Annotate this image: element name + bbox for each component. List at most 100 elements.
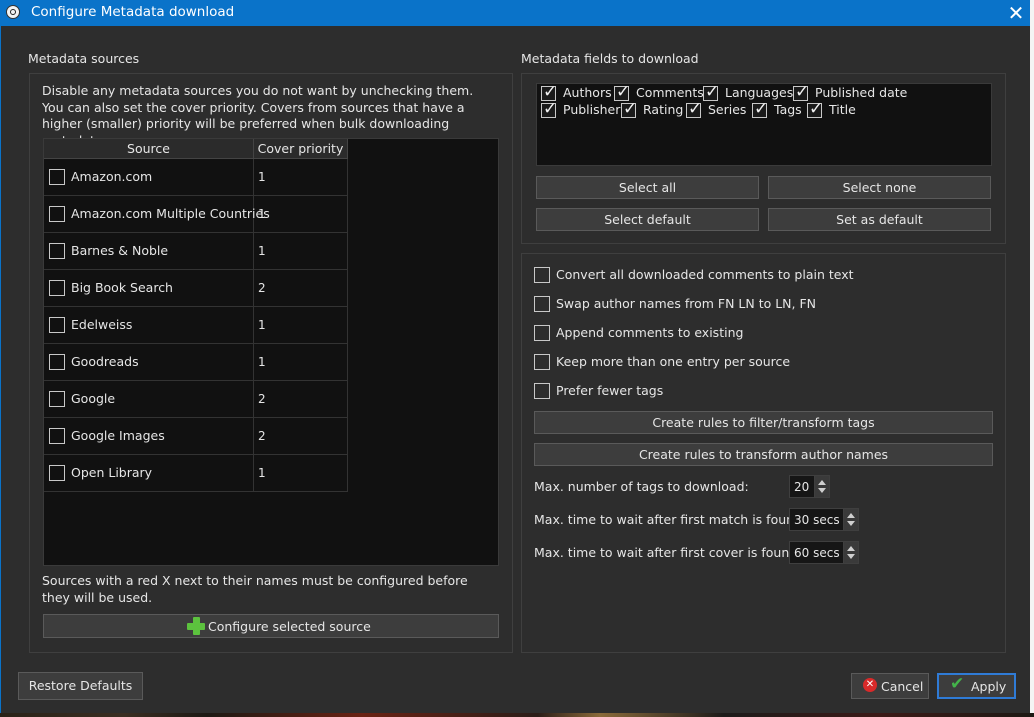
option-checkbox[interactable] [534, 354, 550, 370]
table-row[interactable]: Goodreads 1 [44, 344, 348, 381]
option-label: Swap author names from FN LN to LN, FN [556, 296, 817, 311]
select-default-button[interactable]: Select default [536, 208, 759, 231]
source-checkbox[interactable] [49, 428, 65, 444]
set-as-default-button[interactable]: Set as default [768, 208, 991, 231]
source-checkbox[interactable] [49, 354, 65, 370]
table-row[interactable]: Big Book Search 2 [44, 270, 348, 307]
field-label: Comments [636, 85, 704, 100]
field-checkbox[interactable] [793, 82, 809, 102]
field-checkbox[interactable] [703, 82, 719, 102]
fields-list[interactable]: Authors Comments Languages Published date Pu… [536, 82, 992, 166]
table-row[interactable]: Google Images 2 [44, 418, 348, 455]
max-tags-value: 20 [794, 480, 810, 494]
wait-cover-label: Max. time to wait after first cover is f… [534, 545, 802, 560]
wait-cover-spinbox[interactable]: 60 secs [789, 541, 859, 564]
field-checkbox[interactable] [541, 99, 557, 119]
option-checkbox[interactable] [534, 296, 550, 312]
source-checkbox[interactable] [49, 280, 65, 296]
priority-cell[interactable]: 1 [254, 344, 348, 381]
source-name: Amazon.com [71, 169, 153, 184]
select-none-button[interactable]: Select none [768, 176, 991, 199]
priority-cell[interactable]: 1 [254, 159, 348, 196]
option-label: Convert all downloaded comments to plain… [556, 267, 854, 282]
priority-cell[interactable]: 1 [254, 455, 348, 492]
option-checkbox[interactable] [534, 325, 550, 341]
table-row[interactable]: Open Library 1 [44, 455, 348, 492]
source-checkbox[interactable] [49, 169, 65, 185]
sources-table[interactable]: Source Cover priority Amazon.com 1 Amazon.… [43, 138, 499, 566]
source-name: Google [71, 391, 116, 406]
source-cell[interactable]: Edelweiss [44, 307, 254, 344]
restore-defaults-button[interactable]: Restore Defaults [18, 672, 143, 700]
column-header-source[interactable]: Source [44, 139, 254, 159]
max-tags-spinbox[interactable]: 20 [789, 475, 830, 498]
window-title: Configure Metadata download [31, 4, 235, 20]
wait-match-label: Max. time to wait after first match is f… [534, 512, 807, 527]
spin-arrows-icon[interactable] [814, 476, 829, 497]
spin-arrows-icon[interactable] [843, 509, 858, 530]
window-frame-left [0, 26, 1, 714]
priority-cell[interactable]: 2 [254, 418, 348, 455]
window-frame-bottom [0, 713, 1034, 717]
spin-arrows-icon[interactable] [843, 542, 858, 563]
plus-icon [187, 617, 205, 635]
source-checkbox[interactable] [49, 391, 65, 407]
wait-match-spinbox[interactable]: 30 secs [789, 508, 859, 531]
source-cell[interactable]: Amazon.com Multiple Countries [44, 196, 270, 233]
apply-label: Apply [971, 679, 1007, 694]
table-row[interactable]: Amazon.com 1 [44, 159, 348, 196]
configure-source-label: Configure selected source [208, 619, 371, 634]
configure-source-button[interactable]: Configure selected source [43, 614, 499, 638]
source-name: Barnes & Noble [71, 243, 169, 258]
option-checkbox[interactable] [534, 383, 550, 399]
source-cell[interactable]: Goodreads [44, 344, 254, 381]
close-icon[interactable]: ✕ [1004, 1, 1028, 25]
field-checkbox[interactable] [807, 99, 823, 119]
source-checkbox[interactable] [49, 206, 65, 222]
source-cell[interactable]: Big Book Search [44, 270, 254, 307]
priority-cell[interactable]: 1 [254, 233, 348, 270]
table-row[interactable]: Barnes & Noble 1 [44, 233, 348, 270]
source-name: Google Images [71, 428, 165, 443]
field-label: Authors [563, 85, 612, 100]
cover-priority-value: 2 [258, 392, 266, 406]
priority-cell[interactable]: 2 [254, 381, 348, 418]
fields-group-title: Metadata fields to download [521, 51, 699, 66]
source-cell[interactable]: Barnes & Noble [44, 233, 254, 270]
apply-check-icon: ✔ [950, 674, 965, 694]
author-rules-button[interactable]: Create rules to transform author names [534, 443, 993, 466]
app-icon [6, 5, 20, 19]
cancel-button[interactable]: ✕ Cancel [851, 673, 929, 699]
field-label: Published date [815, 85, 908, 100]
tag-rules-button[interactable]: Create rules to filter/transform tags [534, 411, 993, 434]
field-label: Tags [774, 102, 802, 117]
source-cell[interactable]: Google [44, 381, 254, 418]
source-checkbox[interactable] [49, 465, 65, 481]
field-label: Title [829, 102, 856, 117]
option-label: Append comments to existing [556, 325, 744, 340]
field-checkbox[interactable] [752, 99, 768, 119]
select-all-button[interactable]: Select all [536, 176, 759, 199]
table-row[interactable]: Edelweiss 1 [44, 307, 348, 344]
field-checkbox[interactable] [621, 99, 637, 119]
option-label: Keep more than one entry per source [556, 354, 791, 369]
table-row[interactable]: Amazon.com Multiple Countries 1 [44, 196, 348, 233]
source-cell[interactable]: Amazon.com [44, 159, 254, 196]
source-checkbox[interactable] [49, 243, 65, 259]
priority-cell[interactable]: 1 [254, 196, 348, 233]
cover-priority-value: 2 [258, 281, 266, 295]
option-checkbox[interactable] [534, 267, 550, 283]
field-checkbox[interactable] [686, 99, 702, 119]
priority-cell[interactable]: 1 [254, 307, 348, 344]
apply-button[interactable]: ✔ Apply [937, 673, 1016, 699]
cancel-label: Cancel [881, 679, 924, 694]
source-cell[interactable]: Google Images [44, 418, 254, 455]
source-cell[interactable]: Open Library [44, 455, 254, 492]
cover-priority-value: 1 [258, 207, 266, 221]
max-tags-label: Max. number of tags to download: [534, 479, 749, 494]
cancel-x-icon: ✕ [863, 678, 877, 692]
column-header-cover-priority[interactable]: Cover priority [254, 139, 348, 159]
priority-cell[interactable]: 2 [254, 270, 348, 307]
table-row[interactable]: Google 2 [44, 381, 348, 418]
source-checkbox[interactable] [49, 317, 65, 333]
